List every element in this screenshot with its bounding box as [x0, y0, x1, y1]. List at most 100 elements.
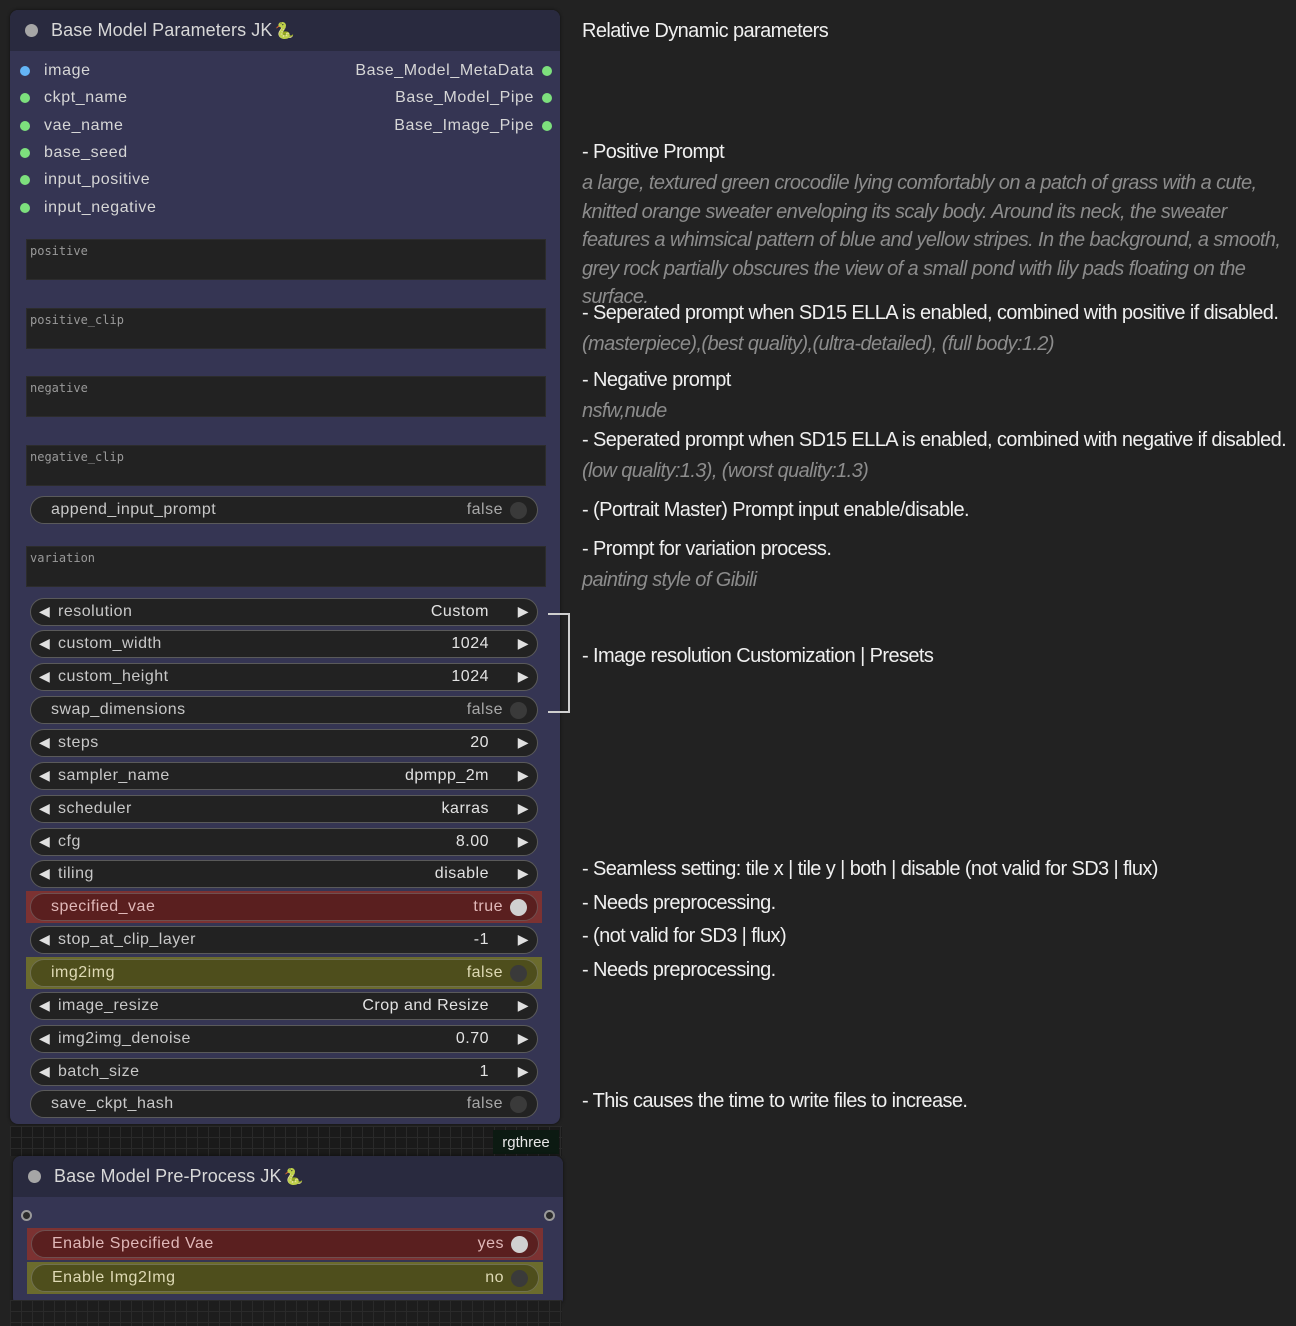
widget-value: no	[485, 1269, 504, 1286]
decrement-arrow-icon[interactable]: ◀	[39, 865, 50, 882]
widget-value: Custom	[430, 603, 489, 620]
widget-label: image_resize	[58, 997, 160, 1014]
widget-label: sampler_name	[58, 767, 170, 784]
decrement-arrow-icon[interactable]: ◀	[39, 635, 50, 652]
output-slot-model-pipe[interactable]: Base_Model_Pipe	[395, 89, 552, 107]
stop-at-clip-layer-number[interactable]: ◀ stop_at_clip_layer -1 ▶	[30, 926, 538, 954]
toggle-knob-icon[interactable]	[510, 965, 527, 982]
input-dot-icon[interactable]	[20, 203, 30, 213]
input-dot-icon[interactable]	[20, 93, 30, 103]
input-slot-input-negative[interactable]: input_negative	[20, 199, 157, 217]
decrement-arrow-icon[interactable]: ◀	[39, 997, 50, 1014]
node-title-bar[interactable]: Base Model Parameters JK 🐍	[10, 10, 560, 51]
rgthree-badge[interactable]: rgthree	[493, 1130, 559, 1154]
negative-clip-textarea[interactable]: negative_clip	[26, 445, 546, 486]
snake-icon: 🐍	[274, 21, 295, 40]
decrement-arrow-icon[interactable]: ◀	[39, 767, 50, 784]
custom-width-number[interactable]: ◀ custom_width 1024 ▶	[30, 630, 538, 658]
decrement-arrow-icon[interactable]: ◀	[39, 1063, 50, 1080]
output-label: Base_Image_Pipe	[394, 117, 534, 134]
decrement-arrow-icon[interactable]: ◀	[39, 734, 50, 751]
input-slot-input-positive[interactable]: input_positive	[20, 171, 150, 189]
output-port-icon[interactable]	[544, 1210, 555, 1221]
img2img-toggle[interactable]: img2img false	[30, 959, 538, 987]
input-port-icon[interactable]	[21, 1210, 32, 1221]
widget-label: save_ckpt_hash	[51, 1095, 174, 1112]
input-slot-image[interactable]: image	[20, 62, 91, 80]
output-slot-image-pipe[interactable]: Base_Image_Pipe	[394, 117, 552, 135]
image-resize-combo[interactable]: ◀ image_resize Crop and Resize ▶	[30, 992, 538, 1020]
variation-textarea[interactable]: variation	[26, 546, 546, 587]
input-slot-ckpt-name[interactable]: ckpt_name	[20, 89, 128, 107]
save-ckpt-hash-toggle[interactable]: save_ckpt_hash false	[30, 1090, 538, 1118]
toggle-knob-icon[interactable]	[511, 1236, 528, 1253]
steps-number[interactable]: ◀ steps 20 ▶	[30, 729, 538, 757]
append-input-prompt-toggle[interactable]: append_input_prompt false	[30, 496, 538, 524]
swap-dimensions-toggle[interactable]: swap_dimensions false	[30, 696, 538, 724]
increment-arrow-icon[interactable]: ▶	[518, 833, 529, 850]
increment-arrow-icon[interactable]: ▶	[518, 865, 529, 882]
batch-size-number[interactable]: ◀ batch_size 1 ▶	[30, 1058, 538, 1086]
increment-arrow-icon[interactable]: ▶	[518, 997, 529, 1014]
widget-value: disable	[434, 865, 489, 882]
cfg-number[interactable]: ◀ cfg 8.00 ▶	[30, 828, 538, 856]
enable-img2img-toggle[interactable]: Enable Img2Img no	[31, 1264, 539, 1292]
toggle-knob-icon[interactable]	[511, 1270, 528, 1287]
resolution-combo[interactable]: ◀ resolution Custom ▶	[30, 598, 538, 626]
input-dot-icon[interactable]	[20, 66, 30, 76]
widget-label: resolution	[58, 603, 133, 620]
collapse-dot-icon[interactable]	[25, 24, 38, 37]
toggle-knob-icon[interactable]	[510, 899, 527, 916]
increment-arrow-icon[interactable]: ▶	[518, 800, 529, 817]
base-model-parameters-node[interactable]: Base Model Parameters JK 🐍 image ckpt_na…	[10, 10, 560, 1124]
decrement-arrow-icon[interactable]: ◀	[39, 833, 50, 850]
increment-arrow-icon[interactable]: ▶	[518, 668, 529, 685]
increment-arrow-icon[interactable]: ▶	[518, 767, 529, 784]
decrement-arrow-icon[interactable]: ◀	[39, 603, 50, 620]
base-model-preprocess-node[interactable]: Base Model Pre-Process JK 🐍 Enable Speci…	[13, 1156, 563, 1306]
output-dot-icon[interactable]	[542, 93, 552, 103]
decrement-arrow-icon[interactable]: ◀	[39, 668, 50, 685]
increment-arrow-icon[interactable]: ▶	[518, 1030, 529, 1047]
widget-value: true	[473, 898, 503, 915]
decrement-arrow-icon[interactable]: ◀	[39, 931, 50, 948]
widget-label: img2img	[51, 964, 115, 981]
specified-vae-toggle[interactable]: specified_vae true	[30, 893, 538, 921]
input-dot-icon[interactable]	[20, 148, 30, 158]
toggle-knob-icon[interactable]	[510, 702, 527, 719]
toggle-knob-icon[interactable]	[510, 502, 527, 519]
positive-textarea[interactable]: positive	[26, 239, 546, 280]
widget-label: Enable Img2Img	[52, 1269, 176, 1286]
input-dot-icon[interactable]	[20, 175, 30, 185]
input-slot-base-seed[interactable]: base_seed	[20, 144, 128, 162]
widget-label: steps	[58, 734, 99, 751]
collapse-dot-icon[interactable]	[28, 1170, 41, 1183]
decrement-arrow-icon[interactable]: ◀	[39, 1030, 50, 1047]
sampler-name-combo[interactable]: ◀ sampler_name dpmpp_2m ▶	[30, 762, 538, 790]
widget-value: 0.70	[455, 1030, 489, 1047]
widget-value: yes	[477, 1235, 504, 1252]
toggle-knob-icon[interactable]	[510, 1096, 527, 1113]
widget-label: specified_vae	[51, 898, 156, 915]
positive-clip-textarea[interactable]: positive_clip	[26, 308, 546, 349]
widget-value: false	[466, 964, 503, 981]
increment-arrow-icon[interactable]: ▶	[518, 1063, 529, 1080]
increment-arrow-icon[interactable]: ▶	[518, 603, 529, 620]
output-dot-icon[interactable]	[542, 121, 552, 131]
enable-specified-vae-toggle[interactable]: Enable Specified Vae yes	[31, 1230, 539, 1258]
note-positive-clip-example: (masterpiece),(best quality),(ultra-deta…	[582, 333, 1055, 355]
node-title-bar[interactable]: Base Model Pre-Process JK 🐍	[13, 1156, 563, 1197]
increment-arrow-icon[interactable]: ▶	[518, 635, 529, 652]
input-slot-vae-name[interactable]: vae_name	[20, 117, 124, 135]
increment-arrow-icon[interactable]: ▶	[518, 734, 529, 751]
scheduler-combo[interactable]: ◀ scheduler karras ▶	[30, 795, 538, 823]
tiling-combo[interactable]: ◀ tiling disable ▶	[30, 860, 538, 888]
custom-height-number[interactable]: ◀ custom_height 1024 ▶	[30, 663, 538, 691]
input-dot-icon[interactable]	[20, 121, 30, 131]
img2img-denoise-number[interactable]: ◀ img2img_denoise 0.70 ▶	[30, 1025, 538, 1053]
output-dot-icon[interactable]	[542, 66, 552, 76]
output-slot-metadata[interactable]: Base_Model_MetaData	[355, 62, 552, 80]
decrement-arrow-icon[interactable]: ◀	[39, 800, 50, 817]
increment-arrow-icon[interactable]: ▶	[518, 931, 529, 948]
negative-textarea[interactable]: negative	[26, 376, 546, 417]
